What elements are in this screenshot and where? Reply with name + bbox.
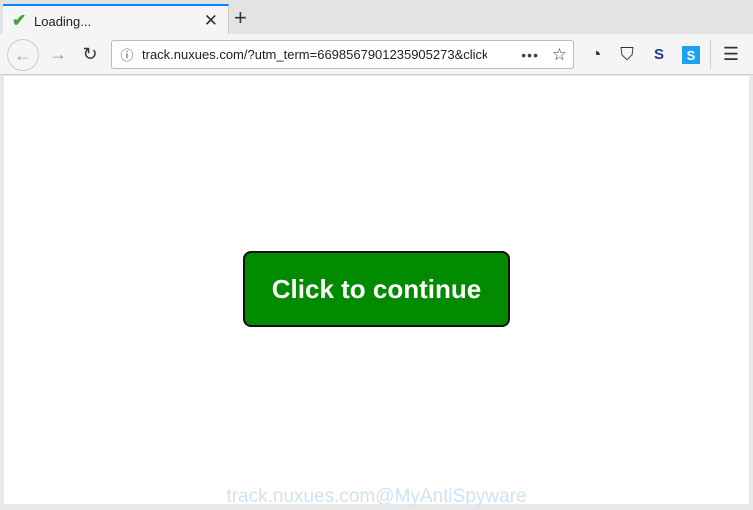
- click-to-continue-button[interactable]: Click to continue: [243, 251, 510, 327]
- extension-s-blue-icon[interactable]: S: [682, 46, 700, 64]
- back-button[interactable]: ←: [7, 39, 39, 71]
- extension-drop-icon[interactable]: ◔: [585, 34, 607, 75]
- nav-bar: ← → ↻ ⓘ track.nuxues.com/?utm_term=66985…: [0, 34, 753, 75]
- address-bar[interactable]: ⓘ track.nuxues.com/?utm_term=66985679012…: [111, 40, 574, 69]
- shield-icon[interactable]: ⛉: [616, 34, 638, 75]
- tab-title: Loading...: [34, 13, 92, 29]
- url-input[interactable]: track.nuxues.com/?utm_term=6698567901235…: [142, 47, 487, 62]
- reload-button[interactable]: ↻: [78, 34, 102, 75]
- toolbar-divider: [710, 40, 711, 69]
- forward-button[interactable]: →: [46, 34, 70, 75]
- new-tab-button[interactable]: +: [234, 5, 247, 31]
- tab-loading[interactable]: ✔ Loading... ✕: [3, 4, 229, 36]
- extension-s-icon[interactable]: S: [648, 34, 670, 75]
- close-tab-icon[interactable]: ✕: [204, 11, 218, 31]
- checkmark-icon: ✔: [12, 11, 27, 30]
- tab-bar: ✔ Loading... ✕ +: [0, 0, 753, 36]
- page-actions-button[interactable]: •••: [521, 47, 539, 63]
- bookmark-star-icon[interactable]: ☆: [552, 45, 567, 65]
- watermark: track.nuxues.com@MyAntiSpyware: [226, 486, 527, 507]
- menu-icon[interactable]: ☰: [719, 34, 743, 75]
- info-icon[interactable]: ⓘ: [112, 45, 142, 64]
- page-content: Click to continue: [4, 76, 749, 504]
